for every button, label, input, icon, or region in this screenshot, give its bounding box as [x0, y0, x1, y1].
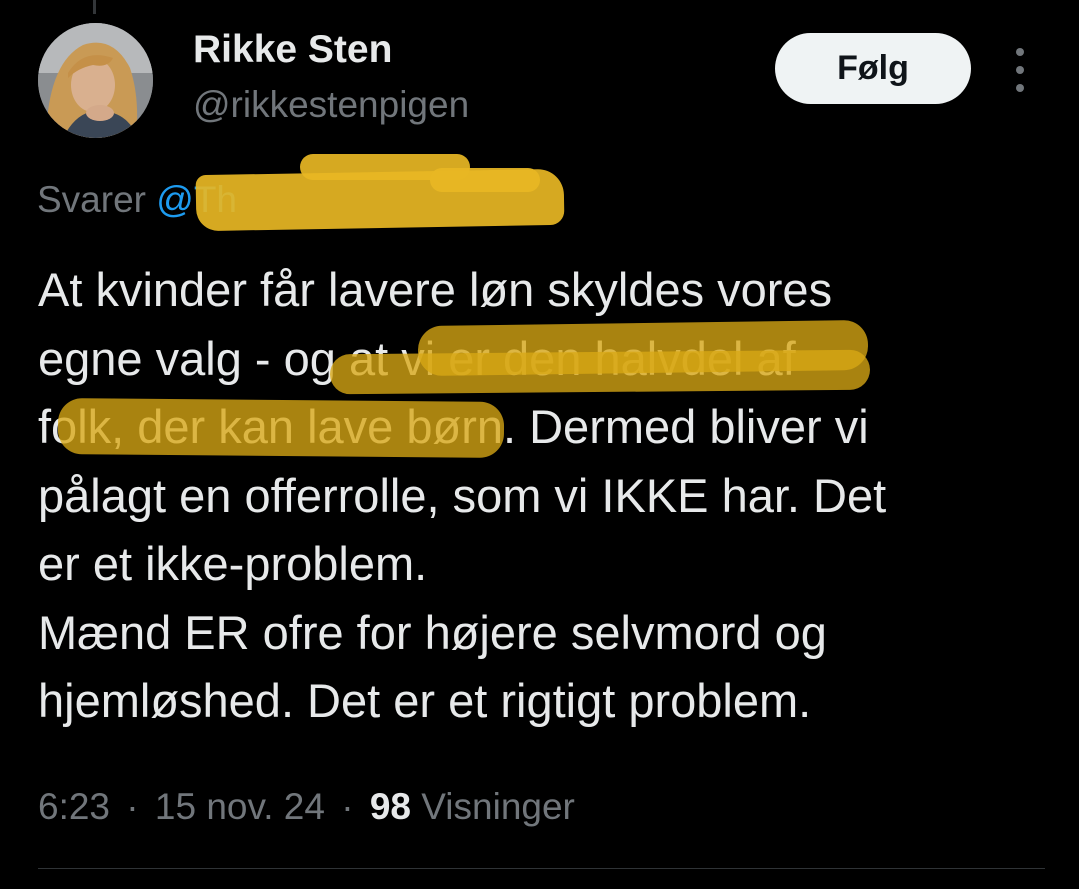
- tweet-text-line: At kvinder får lavere løn skyldes vores: [38, 263, 833, 316]
- reply-context: Svarer @Th: [37, 175, 237, 225]
- avatar-photo: [38, 23, 153, 138]
- more-vertical-icon[interactable]: [1003, 48, 1037, 92]
- reply-mention-link[interactable]: @Th: [156, 179, 237, 220]
- tweet-text-line: pålagt en offerrolle, som vi IKKE har. D…: [38, 468, 887, 522]
- more-dot: [1016, 66, 1024, 74]
- redaction-mark: [195, 168, 565, 232]
- tweet-text-line: Mænd ER ofre for højere selvmord og: [38, 605, 827, 659]
- author-block[interactable]: Rikke Sten @rikkestenpigen: [193, 24, 469, 130]
- tweet-text: At kvinder får lavere løn skyldes vores …: [38, 256, 1048, 736]
- views-count[interactable]: 98: [370, 786, 411, 827]
- tweet-text-line: er et ikke-problem.: [38, 537, 428, 590]
- avatar[interactable]: [38, 23, 153, 138]
- tweet-text-line: egne valg - og at vi er den halvdel af: [38, 331, 796, 385]
- more-dot: [1016, 48, 1024, 56]
- meta-separator: ·: [126, 786, 139, 827]
- thread-connector-line: [93, 0, 96, 14]
- tweet-text-line: hjemløshed. Det er et rigtigt problem.: [38, 674, 812, 727]
- tweet-meta: 6:23 · 15 nov. 24 · 98 Visninger: [38, 781, 575, 833]
- meta-separator: ·: [341, 786, 354, 827]
- redaction-mark: [430, 168, 540, 192]
- reply-prefix: Svarer: [37, 179, 146, 220]
- tweet-text-line: folk, der kan lave børn. Dermed bliver v…: [38, 400, 869, 453]
- author-display-name[interactable]: Rikke Sten: [193, 24, 469, 76]
- follow-button[interactable]: Følg: [775, 33, 971, 104]
- author-handle[interactable]: @rikkestenpigen: [193, 80, 469, 130]
- views-label[interactable]: Visninger: [421, 786, 575, 827]
- tweet-time[interactable]: 6:23: [38, 786, 110, 827]
- redaction-mark: [300, 154, 470, 180]
- more-dot: [1016, 84, 1024, 92]
- tweet-date[interactable]: 15 nov. 24: [155, 786, 325, 827]
- divider: [38, 868, 1045, 869]
